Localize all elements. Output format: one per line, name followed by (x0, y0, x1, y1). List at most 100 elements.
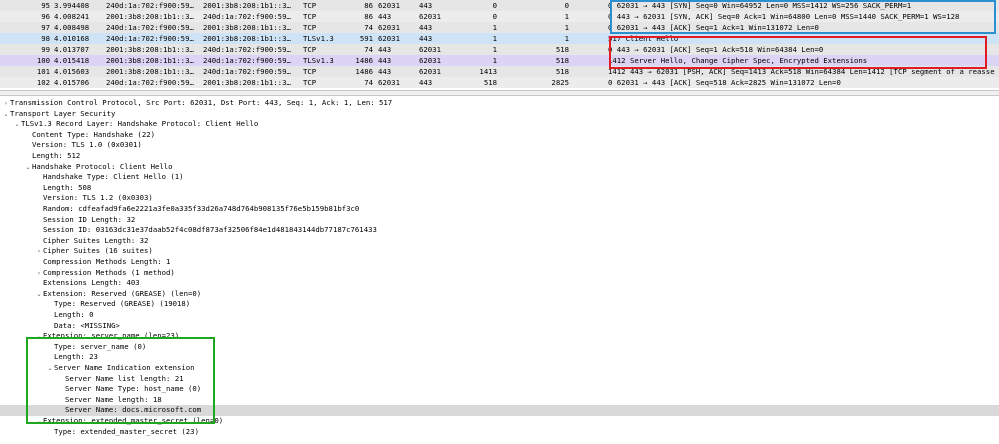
packet-row[interactable]: 101 4.015603 2001:3b8:208:1b1::3… 240d:1a:7… (0, 66, 999, 77)
packet-row[interactable]: 102 4.015706 240d:1a:702:f900:59… 2001:3b8:… (0, 77, 999, 88)
tree-item-label: Cipher Suites (16 suites) (43, 246, 153, 256)
tree-item[interactable]: ⌄Extension: server_name (len=23) (0, 331, 179, 342)
packet-time-cell: 4.010168 (54, 34, 90, 43)
packet-row[interactable]: 97 4.008498 240d:1a:702:f900:59… 2001:3b8:2… (0, 22, 999, 33)
tree-item-label: Type: server_name (0) (54, 341, 147, 351)
packet-dst-cell: 2001:3b8:208:1b1::3… (203, 78, 291, 87)
tree-item[interactable]: ⌄Handshake Protocol: Client Hello (0, 162, 172, 173)
packet-dst-cell: 2001:3b8:208:1b1::3… (203, 34, 291, 43)
tree-item[interactable]: Server Name Type: host_name (0) (0, 384, 201, 395)
tree-item[interactable]: Session ID Length: 32 (0, 215, 135, 226)
tree-item[interactable]: Random: cdfeafad9fa6e2221a3fe0a335f33d26… (0, 204, 359, 215)
packet-src-cell: 240d:1a:702:f900:59… (106, 34, 194, 43)
tree-item-label: Compression Methods (1 method) (43, 267, 175, 277)
tree-item-label: Session ID: 03163dc31e37daab52f4c08df873… (43, 225, 377, 235)
packet-no-cell: 95 (41, 1, 50, 10)
tree-item[interactable]: Cipher Suites Length: 32 (0, 236, 148, 247)
packet-no-cell: 102 (36, 78, 50, 87)
tree-item[interactable]: Compression Methods Length: 1 (0, 257, 170, 268)
packet-info-cell: 1412 443 → 62031 [PSH, ACK] Seq=1413 Ack… (608, 67, 995, 76)
packet-src-cell: 2001:3b8:208:1b1::3… (106, 56, 194, 65)
tree-item[interactable]: Type: server_name (0) (0, 342, 146, 353)
packet-info-cell: 517 Client Hello (608, 34, 679, 43)
tree-item-label: Type: extended_master_secret (23) (54, 426, 199, 436)
tree-item-label: Server Name list length: 21 (65, 373, 184, 383)
packet-dst-cell: 2001:3b8:208:1b1::3… (203, 1, 291, 10)
tree-item[interactable]: ⌄TLSv1.3 Record Layer: Handshake Protoco… (0, 119, 258, 130)
tree-item[interactable]: Server Name list length: 21 (0, 374, 184, 385)
tree-item[interactable]: Length: 0 (0, 310, 94, 321)
tree-item-label: Length: 0 (54, 310, 94, 319)
packet-src-cell: 2001:3b8:208:1b1::3… (106, 67, 194, 76)
packet-no-cell: 98 (41, 34, 50, 43)
packet-row[interactable]: 95 3.994408 240d:1a:702:f900:59… 2001:3b8:2… (0, 0, 999, 11)
packet-time-cell: 4.008498 (54, 23, 90, 32)
packet-f1-cell: 1413 (479, 67, 497, 76)
tree-item[interactable]: Version: TLS 1.0 (0x0301) (0, 140, 142, 151)
tree-item[interactable]: Length: 23 (0, 352, 98, 363)
packet-dport-cell: 62031 (419, 56, 441, 65)
tree-item[interactable]: Session ID: 03163dc31e37daab52f4c08df873… (0, 225, 377, 236)
packet-row[interactable]: 96 4.008241 2001:3b8:208:1b1::3… 240d:1a:70… (0, 11, 999, 22)
packet-dst-cell: 240d:1a:702:f900:59… (203, 67, 291, 76)
tree-item-label: Length: 508 (43, 182, 92, 192)
tree-item[interactable]: Data: <MISSING> (0, 321, 120, 332)
tree-item-label: Extension: Reserved (GREASE) (len=0) (43, 288, 202, 298)
tree-item-label: Server Name Type: host_name (0) (65, 384, 202, 394)
packet-f2-cell: 0 (564, 1, 569, 10)
tree-item-label: Transport Layer Security (10, 108, 116, 118)
packet-src-cell: 2001:3b8:208:1b1::3… (106, 45, 194, 54)
packet-list[interactable]: 95 3.994408 240d:1a:702:f900:59… 2001:3b8:2… (0, 0, 999, 90)
packet-len-cell: 1486 (355, 67, 373, 76)
packet-f2-cell: 1 (564, 34, 569, 43)
packet-details-tree[interactable]: › Transmission Control Protocol, Src Port… (0, 97, 999, 444)
tree-item[interactable]: ⌄Server Name Indication extension (0, 363, 194, 374)
tree-item[interactable]: Length: 508 (0, 183, 91, 194)
tree-item[interactable]: › Cipher Suites (16 suites) (0, 246, 153, 257)
packet-src-cell: 240d:1a:702:f900:59… (106, 78, 194, 87)
packet-dport-cell: 443 (419, 34, 433, 43)
packet-f2-cell: 1 (564, 12, 569, 21)
packet-f2-cell: 1 (564, 23, 569, 32)
tree-item-label: Extension: server_name (len=23) (43, 331, 180, 341)
tree-item[interactable]: Extensions Length: 403 (0, 278, 140, 289)
packet-f1-cell: 518 (483, 78, 497, 87)
packet-len-cell: 86 (364, 1, 373, 10)
packet-time-cell: 4.015418 (54, 56, 90, 65)
packet-time-cell: 3.994408 (54, 1, 90, 10)
packet-dport-cell: 443 (419, 78, 433, 87)
tree-item[interactable]: Handshake Type: Client Hello (1) (0, 172, 184, 183)
packet-proto-cell: TCP (303, 45, 317, 54)
tree-item[interactable]: ⌄Extension: Reserved (GREASE) (len=0) (0, 289, 201, 300)
tree-item[interactable]: Type: extended_master_secret (23) (0, 427, 199, 438)
packet-no-cell: 96 (41, 12, 50, 21)
packet-dst-cell: 240d:1a:702:f900:59… (203, 12, 291, 21)
tree-item-label: Server Name: docs.microsoft.com (65, 405, 202, 415)
tree-item[interactable]: ⌄Transport Layer Security (0, 109, 115, 120)
packet-row[interactable]: 99 4.013707 2001:3b8:208:1b1::3… 240d:1a:70… (0, 44, 999, 55)
tree-item[interactable]: › Transmission Control Protocol, Src Port… (0, 98, 392, 109)
pane-splitter[interactable] (0, 90, 999, 96)
packet-proto-cell: TCP (303, 78, 317, 87)
tree-item[interactable]: Length: 512 (0, 151, 80, 162)
packet-row[interactable]: 100 4.015418 2001:3b8:208:1b1::3… 240d:1a:7… (0, 55, 999, 66)
tree-item[interactable]: Type: Reserved (GREASE) (19018) (0, 299, 190, 310)
tree-item[interactable]: Content Type: Handshake (22) (0, 130, 155, 141)
tree-item[interactable]: Server Name: docs.microsoft.com (0, 405, 999, 416)
packet-dport-cell: 62031 (419, 45, 441, 54)
packet-sport-cell: 443 (378, 56, 392, 65)
tree-item-label: Server Name length: 18 (65, 394, 162, 404)
packet-info-cell: 0 443 → 62031 [ACK] Seq=1 Ack=518 Win=64… (608, 45, 824, 54)
packet-src-cell: 240d:1a:702:f900:59… (106, 23, 194, 32)
tree-item[interactable]: › Compression Methods (1 method) (0, 268, 175, 279)
packet-sport-cell: 62031 (378, 34, 400, 43)
tree-item[interactable]: Server Name length: 18 (0, 395, 162, 406)
packet-sport-cell: 443 (378, 45, 392, 54)
packet-dst-cell: 240d:1a:702:f900:59… (203, 56, 291, 65)
packet-time-cell: 4.015706 (54, 78, 90, 87)
tree-item[interactable]: ⌄Extension: extended_master_secret (len=… (0, 416, 223, 427)
tree-item[interactable]: Version: TLS 1.2 (0x0303) (0, 193, 153, 204)
packet-row[interactable]: 98 4.010168 240d:1a:702:f900:59… 2001:3b8:2… (0, 33, 999, 44)
packet-len-cell: 1486 (355, 56, 373, 65)
packet-no-cell: 100 (36, 56, 50, 65)
